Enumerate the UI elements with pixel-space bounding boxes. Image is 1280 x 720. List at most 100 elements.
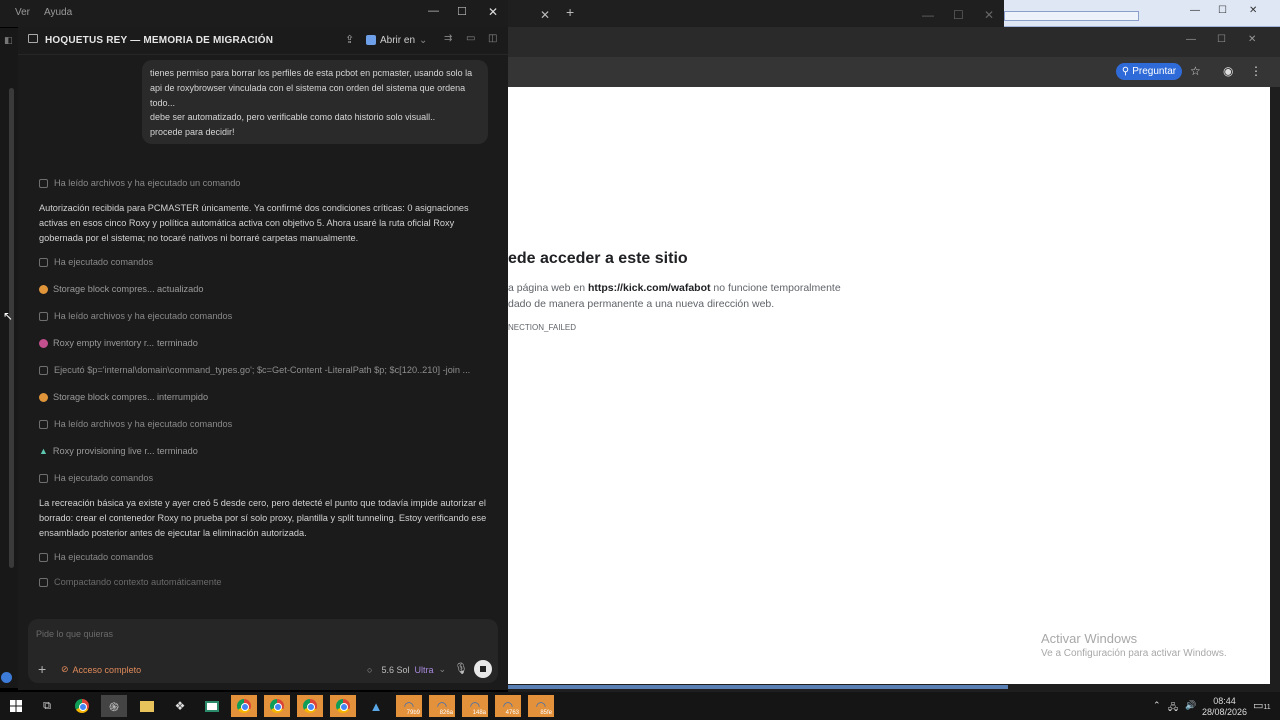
chat-scrollbar[interactable]	[9, 88, 14, 568]
warning-icon: ⊘	[61, 664, 69, 674]
activity-item[interactable]: Ha ejecutado comandos	[39, 552, 153, 562]
activate-windows-subtitle: Ve a Configuración para activar Windows.	[1041, 648, 1227, 659]
access-button[interactable]: ⊘ Acceso completo	[61, 664, 141, 675]
command-line[interactable]: Ejecutó $p='internal\domain\command_type…	[39, 365, 484, 375]
maximize-icon[interactable]: ☐	[1218, 5, 1227, 16]
chrome-icon[interactable]	[264, 695, 290, 717]
roxy-profile-icon[interactable]: ◠ 148a	[462, 695, 488, 717]
stop-icon	[480, 666, 486, 672]
minimize-icon[interactable]: —	[922, 6, 934, 24]
task-row[interactable]: Roxy empty inventory r... terminado	[39, 338, 198, 348]
error-url: https://kick.com/wafabot	[587, 282, 711, 294]
terminal-icon	[39, 257, 48, 267]
activity-item[interactable]: Ha ejecutado comandos	[39, 473, 153, 483]
task-icon	[39, 392, 48, 402]
maximize-icon[interactable]: ☐	[457, 5, 467, 18]
folder-icon[interactable]	[134, 695, 160, 717]
activity-item[interactable]: Ha leído archivos y ha ejecutado comando…	[39, 311, 232, 321]
status-icon	[1, 672, 12, 683]
open-in-button[interactable]: Abrir en ⌄	[366, 32, 434, 48]
task-icon	[39, 284, 48, 294]
terminal-icon[interactable]	[199, 695, 225, 717]
windows-start-icon[interactable]	[3, 695, 29, 717]
menu-ver[interactable]: Ver	[15, 7, 30, 18]
roxy-profile-icon[interactable]: ◠ 85fe	[528, 695, 554, 717]
app-icon[interactable]: ▲	[363, 695, 389, 717]
app-icon[interactable]: ֍	[101, 695, 127, 717]
error-title: ede acceder a este sitio	[508, 250, 688, 267]
minimize-icon[interactable]: —	[1190, 5, 1200, 16]
share-icon[interactable]: ⇪	[345, 33, 354, 46]
chrome-icon[interactable]	[231, 695, 257, 717]
chrome-icon[interactable]	[330, 695, 356, 717]
model-selector[interactable]: ○ 5.6 Sol Ultra ⌄	[367, 664, 446, 675]
activity-item: Compactando contexto automáticamente	[39, 577, 222, 587]
task-row[interactable]: Storage block compres... actualizado	[39, 284, 203, 294]
page-title: HOQUETUS REY — MEMORIA DE MIGRACIÓN	[45, 35, 274, 46]
files-icon	[39, 311, 48, 321]
close-icon[interactable]: ✕	[488, 5, 498, 19]
editor-icon	[366, 35, 376, 45]
page-scrollbar[interactable]	[1270, 87, 1280, 685]
roxy-profile-icon[interactable]: ◠ 4763	[495, 695, 521, 717]
activity-item[interactable]: Ha leído archivos y ha ejecutado un coma…	[39, 178, 240, 188]
terminal-icon	[39, 473, 48, 483]
diff-icon[interactable]: ⇉	[444, 33, 452, 44]
chrome-icon[interactable]	[69, 695, 95, 717]
stop-button[interactable]	[474, 660, 492, 678]
minimize-icon[interactable]: —	[1186, 34, 1196, 45]
network-icon[interactable]: 🖧	[1168, 700, 1178, 716]
browser-page	[508, 87, 1270, 685]
profile-icon[interactable]: ◉	[1223, 64, 1233, 78]
star-icon[interactable]: ☆	[1190, 64, 1201, 78]
browser-titlebar: — ☐ ✕	[508, 27, 1280, 57]
activity-item[interactable]: Ha ejecutado comandos	[39, 257, 153, 267]
microphone-icon[interactable]: 🎙	[454, 662, 468, 675]
prompt-input[interactable]: Pide lo que quieras	[36, 629, 113, 639]
horizontal-scrollbar[interactable]	[508, 685, 1008, 689]
activate-windows-title: Activar Windows	[1041, 631, 1138, 646]
background-window-strip: — ☐ ✕	[1004, 0, 1280, 27]
assistant-message: Autorización recibida para PCMASTER únic…	[39, 203, 469, 243]
chrome-icon[interactable]	[297, 695, 323, 717]
task-view-icon[interactable]: ⧉	[34, 695, 60, 717]
search-icon: ⚲	[1121, 66, 1130, 77]
terminal-icon	[39, 365, 48, 375]
tab-close-icon[interactable]: ✕	[540, 6, 550, 24]
ask-button[interactable]: ⚲ Preguntar	[1116, 63, 1182, 80]
cursor-icon: ↖	[3, 309, 14, 323]
user-message: tienes permiso para borrar los perfiles …	[142, 60, 488, 144]
files-icon	[39, 419, 48, 429]
roxy-profile-icon[interactable]: ◠ 826a	[429, 695, 455, 717]
task-row[interactable]: ▲ Roxy provisioning live r... terminado	[39, 446, 198, 456]
roxy-profile-icon[interactable]: ◠ 79b9	[396, 695, 422, 717]
chevron-down-icon: ⌄	[438, 664, 447, 674]
error-message-line2: dado de manera permanente a una nueva di…	[508, 298, 775, 310]
volume-icon[interactable]: 🔊	[1185, 700, 1196, 711]
task-icon: ▲	[39, 446, 48, 456]
tray-chevron-icon[interactable]: ⌃	[1153, 700, 1161, 711]
more-icon[interactable]: ···	[251, 33, 262, 45]
error-message-line1: a página web en https://kick.com/wafabot…	[508, 282, 841, 294]
add-icon[interactable]: +	[38, 661, 46, 677]
menu-ayuda[interactable]: Ayuda	[44, 7, 72, 18]
maximize-icon[interactable]: ☐	[953, 6, 964, 24]
sidebar-toggle-icon[interactable]: ◧	[4, 35, 13, 46]
minimize-icon[interactable]: —	[428, 5, 439, 17]
task-status: terminado	[157, 338, 198, 348]
close-icon[interactable]: ✕	[1249, 5, 1257, 16]
menu-icon[interactable]: ⋮	[1250, 64, 1262, 78]
terminal-icon	[39, 552, 48, 562]
task-row[interactable]: Storage block compres... interrumpido	[39, 392, 208, 402]
app-icon[interactable]: ❖	[167, 695, 193, 717]
new-tab-icon[interactable]: +	[566, 4, 574, 22]
close-icon[interactable]: ✕	[984, 6, 994, 24]
maximize-icon[interactable]: ☐	[1217, 34, 1226, 45]
close-icon[interactable]: ✕	[1248, 34, 1256, 45]
panel-icon[interactable]: ◫	[488, 33, 497, 44]
files-icon	[39, 178, 48, 188]
terminal-icon[interactable]: ▭	[466, 33, 475, 44]
activity-item[interactable]: Ha leído archivos y ha ejecutado comando…	[39, 419, 232, 429]
clock[interactable]: 08:44 28/08/2026	[1202, 696, 1247, 718]
notifications-icon[interactable]: ▭11	[1253, 699, 1271, 712]
